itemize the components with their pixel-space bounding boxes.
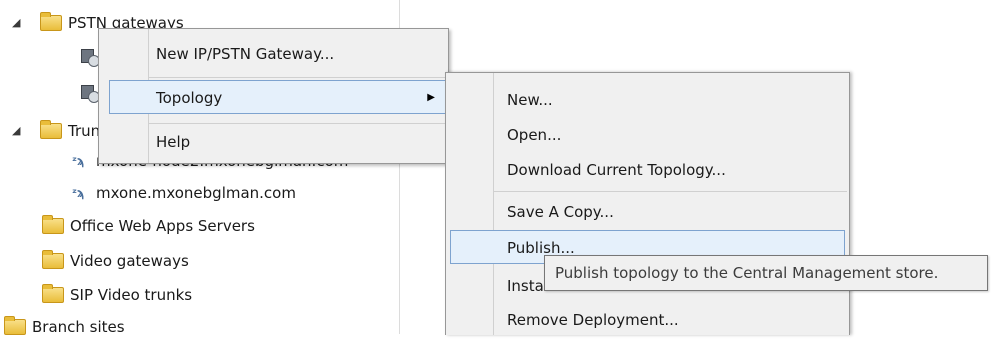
menu-item-remove-deployment[interactable]: Remove Deployment... xyxy=(447,303,848,337)
tree-node-label: Video gateways xyxy=(70,252,189,270)
tree-node-office-web-apps-servers[interactable]: Office Web Apps Servers xyxy=(42,213,255,239)
topology-submenu: New... Open... Download Current Topology… xyxy=(445,72,850,335)
menu-item-new[interactable]: New... xyxy=(447,83,848,117)
menu-separator xyxy=(494,191,847,192)
gateway-server-icon xyxy=(80,47,100,67)
tree-node-trunk-mxone[interactable]: ᶻϡ mxone.mxonebglman.com xyxy=(72,180,296,206)
trunk-icon: ᶻϡ xyxy=(72,186,85,200)
tree-node-label: Branch sites xyxy=(32,318,125,336)
tree-node-sip-video-trunks[interactable]: SIP Video trunks xyxy=(42,282,192,308)
folder-icon xyxy=(42,215,64,234)
publish-tooltip: Publish topology to the Central Manageme… xyxy=(544,255,988,291)
menu-item-topology[interactable]: Topology ▶ xyxy=(109,80,446,114)
menu-item-help[interactable]: Help xyxy=(100,125,447,159)
tree-node-label: mxone.mxonebglman.com xyxy=(96,184,296,202)
menu-item-open[interactable]: Open... xyxy=(447,118,848,152)
trunk-icon: ᶻϡ xyxy=(72,154,85,168)
tree-node-label: SIP Video trunks xyxy=(70,286,193,304)
menu-separator xyxy=(149,77,446,78)
expand-collapse-icon[interactable]: ◢ xyxy=(12,10,20,36)
folder-icon xyxy=(42,284,64,303)
submenu-arrow-icon: ▶ xyxy=(427,92,435,103)
menu-item-new-ip-pstn-gateway[interactable]: New IP/PSTN Gateway... xyxy=(100,37,447,71)
tree-node-branch-sites[interactable]: Branch sites xyxy=(4,314,125,340)
gateway-server-icon xyxy=(80,83,100,103)
menu-item-label: Topology xyxy=(156,89,223,107)
folder-icon xyxy=(40,120,62,139)
menu-item-download-current-topology[interactable]: Download Current Topology... xyxy=(447,153,848,187)
folder-icon xyxy=(40,12,62,31)
menu-item-save-a-copy[interactable]: Save A Copy... xyxy=(447,195,848,229)
expand-collapse-icon[interactable]: ◢ xyxy=(12,118,20,144)
folder-icon xyxy=(4,316,26,335)
menu-separator xyxy=(149,123,446,124)
context-menu: New IP/PSTN Gateway... Topology ▶ Help xyxy=(98,28,449,164)
folder-icon xyxy=(42,250,64,269)
tree-node-label: Office Web Apps Servers xyxy=(70,217,255,235)
tree-node-video-gateways[interactable]: Video gateways xyxy=(42,248,189,274)
